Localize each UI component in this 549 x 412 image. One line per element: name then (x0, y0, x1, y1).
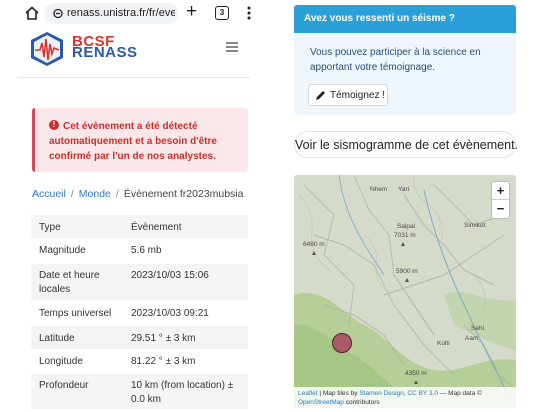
testify-button[interactable]: Témoignez ! (308, 84, 388, 106)
mobile-view: renass.unistra.fr/fr/even + 3 BCSF RENAS… (0, 0, 268, 412)
map-label-nhem: Nhem (370, 186, 388, 193)
detail-value: Évènement (131, 222, 182, 233)
detail-key: Magnitude (39, 245, 86, 256)
home-icon[interactable] (24, 5, 40, 21)
detail-value: 2023/10/03 09:21 (131, 308, 209, 319)
peak-marker-icon (312, 251, 316, 255)
detail-key: Date et heure locales (39, 270, 100, 295)
map-attribution: Leaflet | Map tiles by Stamen Design, CC… (294, 387, 516, 408)
detail-key: Longitude (39, 356, 83, 367)
site-header: BCSF RENASS (18, 28, 250, 78)
osm-link[interactable]: OpenStreetMap (298, 399, 344, 406)
attribution-text: | Map tiles by (317, 390, 360, 397)
table-row-depth: Profondeur 10 km (from location) ± 0.0 k… (31, 374, 248, 410)
seismogram-button[interactable]: Voir le sismogramme de cet évènement. (294, 131, 518, 158)
map-label-5900: 5900 m (396, 268, 418, 275)
map-label-yari: Yari (398, 186, 410, 193)
table-row-magnitude: Magnitude 5.6 mb (31, 239, 248, 264)
logo-icon[interactable] (28, 31, 66, 67)
address-bar[interactable]: renass.unistra.fr/fr/even (44, 3, 178, 24)
logo-text-renass: RENASS (72, 44, 138, 61)
pencil-icon (316, 91, 325, 100)
map-label-6480: 6480 m (303, 241, 325, 248)
detail-value: 2023/10/03 15:06 (131, 270, 209, 281)
map-label-aam: Aam (465, 335, 479, 342)
card-header: Avez vous ressenti un séisme ? (294, 5, 516, 33)
table-row-latitude: Latitude 29.51 ° ± 3 km (31, 326, 248, 350)
peak-marker-icon (401, 242, 405, 246)
breadcrumb-separator: / (70, 188, 74, 200)
new-tab-icon[interactable]: + (186, 2, 197, 22)
breadcrumb-region[interactable]: Monde (79, 188, 111, 200)
card-title: Avez vous ressenti un séisme ? (304, 13, 455, 24)
alert-text: Cet évènement a été détecté automatiquem… (49, 121, 217, 162)
event-map[interactable]: + − Nhem Yari Saipal 7031 m Simikot 6480… (294, 175, 516, 408)
felt-earthquake-card: Avez vous ressenti un séisme ? Vous pouv… (294, 5, 516, 115)
peak-marker-icon (405, 278, 409, 282)
url-text: renass.unistra.fr/fr/even (67, 7, 175, 19)
auto-detection-alert: ! Cet évènement a été détecté automatiqu… (32, 108, 248, 172)
map-label-sehi: Sehi (471, 325, 485, 332)
table-row-utc: Temps universel 2023/10/03 09:21 (31, 301, 248, 326)
detail-value: 5.6 mb (131, 245, 162, 256)
table-row-local-time: Date et heure locales 2023/10/03 15:06 (31, 264, 248, 301)
testify-button-label: Témoignez ! (330, 90, 386, 101)
detail-key: Profondeur (39, 380, 89, 391)
browser-toolbar: renass.unistra.fr/fr/even + 3 (0, 0, 268, 28)
map-label-4350: 4350 m (405, 370, 427, 377)
detail-value: 81.22 ° ± 3 km (131, 356, 196, 367)
card-body-text: Vous pouvez participer à la science en a… (310, 47, 481, 73)
map-label-simikot: Simikot (464, 222, 486, 229)
map-label-saipal-altitude: 7031 m (394, 232, 416, 239)
ccby-link[interactable]: CC BY 3.0 (407, 390, 438, 397)
hamburger-menu-icon[interactable] (226, 42, 238, 52)
zoom-control: + − (491, 181, 510, 219)
breadcrumb-home[interactable]: Accueil (32, 188, 66, 200)
leaflet-link[interactable]: Leaflet (298, 390, 318, 397)
tab-count-button[interactable]: 3 (215, 6, 229, 20)
map-label-saipal: Saipal (397, 223, 416, 230)
detail-key: Temps universel (39, 308, 112, 319)
page: renass.unistra.fr/fr/even + 3 BCSF RENAS… (0, 0, 549, 412)
breadcrumb: Accueil / Monde / Évènement fr2023mubsia (32, 188, 243, 200)
tune-icon[interactable] (52, 7, 64, 20)
map-label-kolti: Kolti (437, 340, 450, 347)
stamen-link[interactable]: Stamen Design (359, 390, 403, 397)
zoom-in-button[interactable]: + (492, 182, 509, 200)
detail-key: Latitude (39, 333, 75, 344)
detail-key: Type (39, 222, 61, 233)
detail-value: 10 km (from location) ± 0.0 km (131, 380, 234, 405)
more-menu-icon[interactable] (247, 5, 251, 21)
peak-marker-icon (414, 380, 418, 384)
attribution-text: contributors (343, 399, 380, 406)
attribution-text: — Map data © (438, 390, 482, 397)
epicenter-marker[interactable] (332, 333, 352, 353)
zoom-out-button[interactable]: − (492, 200, 509, 218)
event-details-table: Type Évènement Magnitude 5.6 mb Date et … (31, 215, 248, 410)
breadcrumb-separator: / (115, 188, 119, 200)
table-row-longitude: Longitude 81.22 ° ± 3 km (31, 350, 248, 374)
breadcrumb-current: Évènement fr2023mubsia (123, 188, 244, 200)
detail-value: 29.51 ° ± 3 km (131, 333, 196, 344)
table-row-type: Type Évènement (31, 215, 248, 239)
